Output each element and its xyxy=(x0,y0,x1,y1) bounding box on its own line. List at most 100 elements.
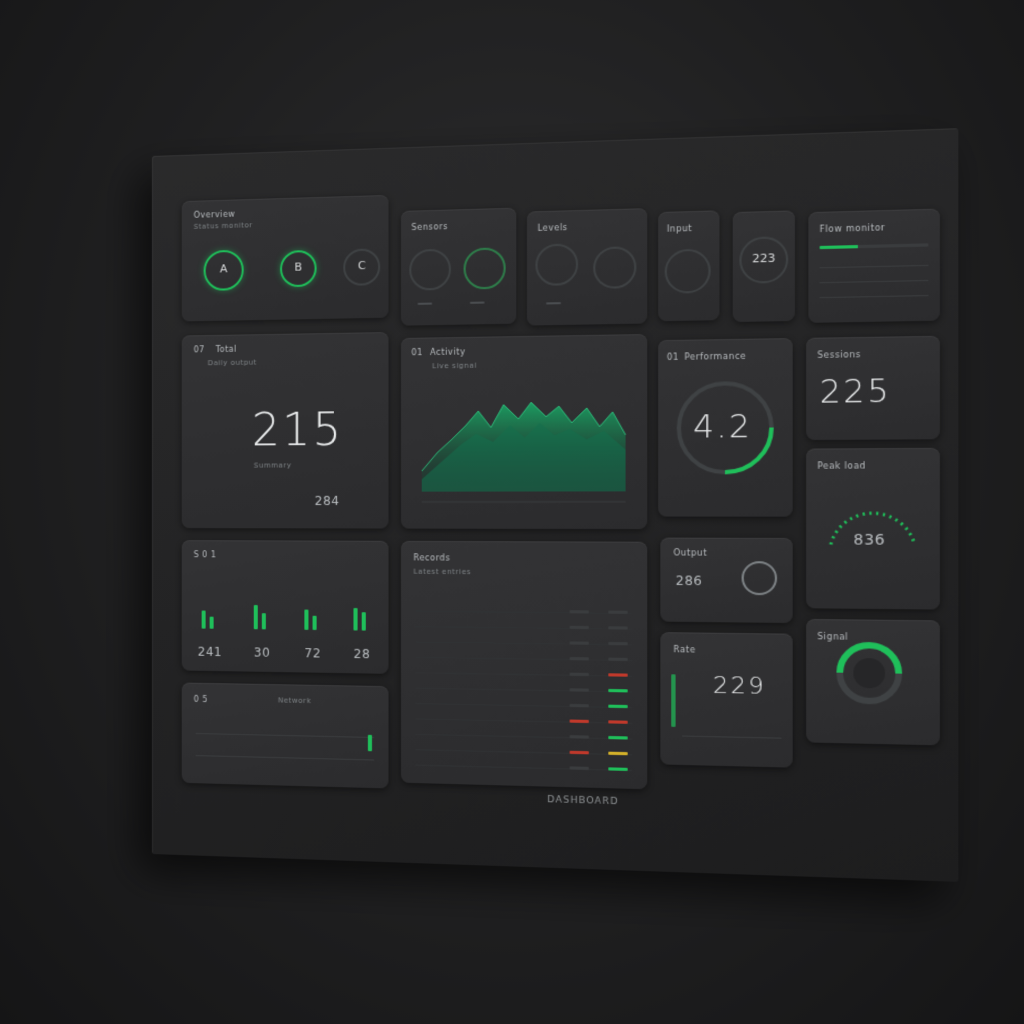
table-status-mark xyxy=(608,735,628,740)
table-status-mark xyxy=(608,610,628,614)
table-status-mark xyxy=(569,625,589,630)
table-status-mark xyxy=(569,750,589,755)
table-row[interactable] xyxy=(415,718,633,724)
table-status-mark xyxy=(608,720,628,724)
performance-card[interactable]: 01 Performance 4.2 xyxy=(658,338,793,517)
bar-8 xyxy=(361,612,366,631)
network-title: 0 5 xyxy=(193,694,208,705)
sessions-card[interactable]: Sessions 225 xyxy=(806,335,940,441)
table-row[interactable] xyxy=(415,656,633,662)
table-row[interactable] xyxy=(415,749,633,756)
table-status-mark xyxy=(569,703,589,708)
bars-value-2: 30 xyxy=(253,645,271,660)
input-title: Input xyxy=(666,223,693,234)
overview-card[interactable]: Overview Status monitor A B C xyxy=(181,194,389,322)
sensors-title: Sensors xyxy=(411,221,448,233)
table-row[interactable] xyxy=(415,672,633,677)
table-status-mark xyxy=(569,766,589,770)
table-row[interactable] xyxy=(415,610,633,614)
sensor-ring-b xyxy=(463,247,506,290)
network-grid-1 xyxy=(195,732,375,739)
table-row[interactable] xyxy=(415,626,633,630)
activity-card[interactable]: 01 Activity Live signal xyxy=(400,334,648,530)
levels-dash xyxy=(546,302,562,305)
table-row[interactable] xyxy=(415,703,633,709)
network-grid-2 xyxy=(195,755,375,761)
total-subtitle: Daily output xyxy=(207,358,257,368)
table-status-mark xyxy=(569,735,589,739)
flow-bar xyxy=(819,243,929,250)
bar-5 xyxy=(304,609,309,630)
table-status-mark xyxy=(569,610,589,614)
rate-bar-1 xyxy=(671,674,676,727)
rate-card[interactable]: Rate 229 xyxy=(660,632,793,768)
flow-grid-3 xyxy=(819,295,929,299)
total-value: 215 xyxy=(251,404,344,457)
sensor-dash-a xyxy=(417,302,433,305)
sensors-card[interactable]: Sensors xyxy=(400,207,517,326)
levels-card[interactable]: Levels xyxy=(526,208,648,326)
table-row[interactable] xyxy=(415,733,633,740)
peak-load-card[interactable]: Peak load 836 xyxy=(806,447,940,610)
records-card[interactable]: Records Latest entries xyxy=(400,540,648,790)
ring-gauge-a-label: A xyxy=(219,262,228,276)
mini-value-card[interactable]: 223 xyxy=(732,210,795,323)
table-row[interactable] xyxy=(415,687,633,693)
ring-gauge-c-label: C xyxy=(357,258,366,273)
mini-value: 223 xyxy=(752,251,776,266)
rate-value: 229 xyxy=(712,672,766,701)
table-status-mark xyxy=(608,657,628,662)
flow-grid-1 xyxy=(819,264,929,269)
table-status-mark xyxy=(569,719,589,724)
total-footer: Summary xyxy=(253,461,292,470)
table-status-mark xyxy=(569,688,589,692)
records-subtitle: Latest entries xyxy=(413,567,472,577)
network-card[interactable]: 0 5 Network xyxy=(181,682,389,789)
table-status-mark xyxy=(569,641,589,645)
ring-gauge-b-label: B xyxy=(294,260,303,274)
rate-title: Rate xyxy=(673,644,696,655)
flow-card[interactable]: Flow monitor xyxy=(808,208,940,323)
signal-card[interactable]: Signal xyxy=(806,618,940,746)
table-row[interactable] xyxy=(415,641,633,646)
table-status-mark xyxy=(608,626,628,630)
bars-value-4: 28 xyxy=(353,646,371,662)
table-row[interactable] xyxy=(415,764,633,772)
output-value: 286 xyxy=(675,573,703,589)
overview-title: Overview xyxy=(193,209,236,220)
table-status-mark xyxy=(608,641,628,646)
levels-ring-a xyxy=(535,243,579,286)
bars-card[interactable]: S 0 1 241 30 72 28 xyxy=(181,540,389,674)
bar-7 xyxy=(353,608,358,631)
table-status-mark xyxy=(608,673,628,677)
table-status-mark xyxy=(608,751,628,756)
levels-title: Levels xyxy=(537,222,568,234)
bar-6 xyxy=(312,615,317,631)
bars-value-3: 72 xyxy=(304,646,321,661)
records-title: Records xyxy=(413,553,451,563)
table-status-mark xyxy=(569,672,589,677)
total-sub-value: 284 xyxy=(314,493,340,509)
output-card[interactable]: Output 286 xyxy=(660,537,793,624)
signal-radial-gauge xyxy=(806,619,940,745)
output-knob[interactable] xyxy=(741,561,778,596)
performance-value: 4.2 xyxy=(693,408,753,447)
table-status-mark xyxy=(569,657,589,661)
peak-load-value: 836 xyxy=(853,531,886,549)
total-card[interactable]: 07 Total Daily output 215 Summary 284 xyxy=(181,332,389,529)
flow-title: Flow monitor xyxy=(819,222,886,235)
sensor-ring-a xyxy=(409,248,451,291)
table-status-mark xyxy=(608,767,628,771)
brand-label: DASHBOARD xyxy=(547,794,619,808)
table-status-mark xyxy=(608,704,628,709)
sensor-dash-b xyxy=(469,301,485,304)
bars-title: S 0 1 xyxy=(193,550,217,560)
output-title: Output xyxy=(673,548,708,558)
peak-load-dial xyxy=(806,448,940,610)
total-title: Total xyxy=(215,344,237,355)
bar-1 xyxy=(201,610,206,629)
input-card[interactable]: Input xyxy=(658,210,720,322)
overview-subtitle: Status monitor xyxy=(193,221,253,231)
flow-grid-2 xyxy=(819,279,929,284)
activity-wave-chart xyxy=(401,334,647,529)
